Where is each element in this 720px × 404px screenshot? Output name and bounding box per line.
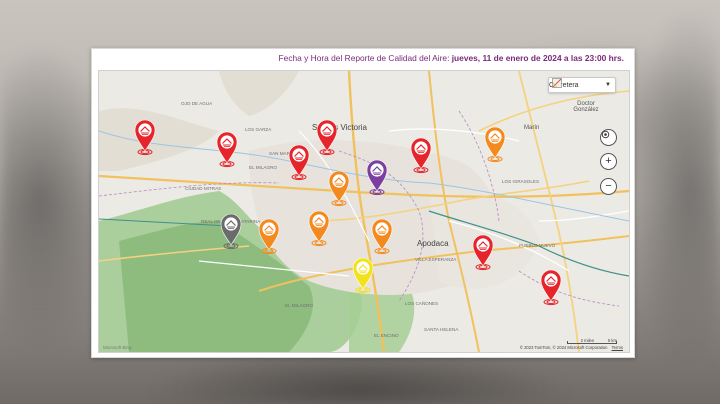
air-quality-map-card: Fecha y Hora del Reporte de Calidad del …	[91, 48, 635, 358]
map-pin-icon	[134, 119, 156, 156]
report-datetime-header: Fecha y Hora del Reporte de Calidad del …	[102, 53, 624, 63]
air-quality-marker-red[interactable]	[410, 137, 432, 175]
air-quality-marker-orange[interactable]	[484, 126, 506, 164]
place-ciudad-mitras: Ciudad Mitras	[185, 186, 222, 191]
plus-icon: +	[605, 155, 612, 167]
air-quality-marker-purple[interactable]	[366, 159, 388, 197]
map-pin-icon	[366, 159, 388, 196]
place-apodaca: Apodaca	[417, 239, 449, 248]
place-los-girasoles: Los Girasoles	[502, 179, 540, 184]
map-pin-icon	[410, 137, 432, 174]
map-pin-icon	[472, 234, 494, 271]
map-style-select[interactable]: Carretera ▼	[548, 77, 616, 93]
terms-link[interactable]: Terms	[612, 345, 623, 350]
map-base	[99, 71, 629, 352]
map-pin-icon	[328, 170, 350, 207]
air-quality-marker-orange[interactable]	[328, 170, 350, 208]
place-santa-helena: Santa Helena	[424, 327, 459, 332]
place-los-canones: Los Cañones	[405, 301, 439, 306]
map-pin-icon	[352, 257, 374, 294]
air-quality-marker-yellow[interactable]	[352, 257, 374, 295]
map-provider-logo: Microsoft Bing	[103, 345, 132, 350]
map-pin-icon	[371, 218, 393, 255]
place-doctor-gonzalez: Doctor González	[573, 101, 599, 113]
map-pin-icon	[220, 213, 242, 250]
report-datetime-label: Fecha y Hora del Reporte de Calidad del …	[278, 53, 450, 63]
map-pin-icon	[216, 131, 238, 168]
air-quality-marker-red[interactable]	[216, 131, 238, 169]
map-pin-icon	[540, 269, 562, 306]
map-pin-icon	[308, 210, 330, 247]
air-quality-marker-red[interactable]	[288, 144, 310, 182]
locate-button[interactable]	[600, 129, 617, 146]
air-quality-marker-gray[interactable]	[220, 213, 242, 251]
map-pin-icon	[258, 218, 280, 255]
place-ojo-de-agua: Ojo de Agua	[181, 101, 213, 106]
air-quality-marker-orange[interactable]	[258, 218, 280, 256]
place-el-milagro: El Milagro	[249, 165, 277, 170]
place-marin: Marín	[524, 125, 540, 131]
map-pin-icon	[288, 144, 310, 181]
map-style-icon	[552, 78, 562, 88]
air-quality-marker-red[interactable]	[134, 119, 156, 157]
air-quality-marker-red[interactable]	[540, 269, 562, 307]
chevron-down-icon: ▼	[605, 82, 611, 88]
locate-icon	[601, 130, 610, 139]
zoom-in-button[interactable]: +	[600, 153, 617, 170]
air-quality-map[interactable]: Salinas Victoria Apodaca Marín Doctor Go…	[98, 70, 630, 353]
place-villa-esperanza: Villa Esperanza	[415, 257, 457, 262]
map-scale-bar	[567, 341, 617, 344]
zoom-out-button[interactable]: −	[600, 178, 617, 195]
map-attribution: © 2023 TomTom, © 2024 Microsoft Corporat…	[520, 345, 623, 350]
place-el-milagro-2: El Milagro	[285, 303, 313, 308]
air-quality-marker-red[interactable]	[316, 119, 338, 157]
place-pueblo-nuevo: Pueblo Nuevo	[519, 243, 556, 248]
air-quality-marker-orange[interactable]	[371, 218, 393, 256]
minus-icon: −	[605, 180, 612, 192]
air-quality-marker-orange[interactable]	[308, 210, 330, 248]
map-pin-icon	[484, 126, 506, 163]
air-quality-marker-red[interactable]	[472, 234, 494, 272]
place-los-garza: Los Garza	[245, 127, 272, 132]
attribution-text: © 2023 TomTom, © 2024 Microsoft Corporat…	[519, 345, 608, 350]
map-pin-icon	[316, 119, 338, 156]
place-el-encino: El Encino	[374, 333, 399, 338]
report-datetime-value: jueves, 11 de enero de 2024 a las 23:00 …	[451, 53, 624, 63]
